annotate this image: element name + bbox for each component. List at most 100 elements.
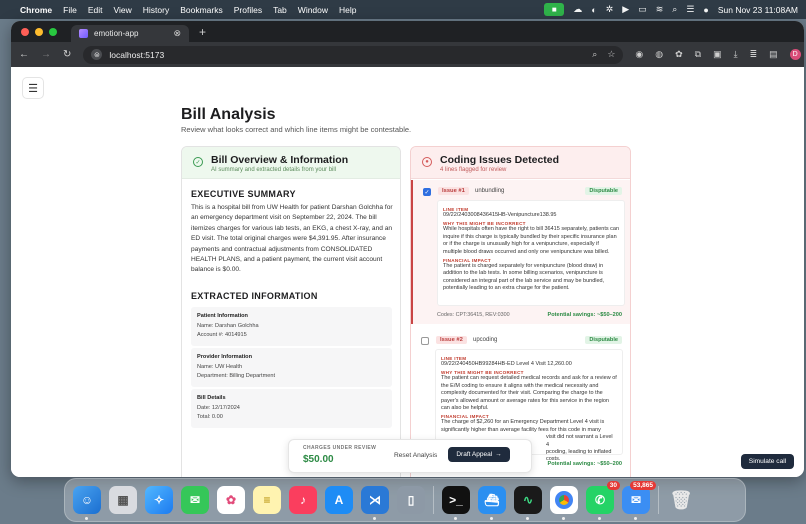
profile-avatar[interactable]: D [789, 49, 801, 60]
launchpad-icon[interactable]: ▦ [109, 486, 137, 514]
control-center-icon[interactable]: ☰ [686, 4, 694, 15]
site-info-icon[interactable]: ⊜ [91, 49, 103, 60]
menu-window[interactable]: Window [298, 5, 328, 15]
bill-overview-card: ✓ Bill Overview & Information AI summary… [181, 146, 401, 477]
menu-tab[interactable]: Tab [273, 5, 287, 15]
issue-2-impact: The charge of $2,260 for an Emergency De… [441, 419, 605, 433]
moon-icon[interactable]: ◐ [591, 5, 596, 15]
settings-icon[interactable]: ✲ [606, 4, 614, 15]
minimize-window-button[interactable] [35, 27, 43, 36]
issue-1-savings: Potential savings: ~$50–200 [547, 312, 622, 318]
tab-title: emotion-app [94, 29, 139, 38]
menu-file[interactable]: File [63, 5, 77, 15]
issue-2-why: The patient can request detailed medical… [441, 375, 617, 412]
issue-1-line-item: 09/22/2403008436415HB-Venipuncture138.95 [443, 212, 557, 218]
tab-close-icon[interactable]: ⊗ [173, 28, 181, 39]
screen-record-icon[interactable]: ■ [544, 3, 565, 16]
issue-2-line-item: 09/22/240450HB99284HB-ED Level 4 Visit 1… [441, 361, 572, 367]
address-bar[interactable]: ⊜ localhost:5173 ⌕ ☆ [83, 45, 624, 64]
forward-icon[interactable]: → [41, 49, 51, 60]
issue-1-badge: Issue #1 [438, 187, 469, 195]
issue-1-details: LINE ITEM 09/22/2403008436415HB-Venipunc… [437, 200, 625, 306]
issue-card-1[interactable]: ✓ Issue #1 unbundling Disputable LINE IT… [411, 180, 630, 324]
provider-name: Name: UW Health [197, 364, 243, 371]
reading-list-icon[interactable]: ≣ [750, 49, 758, 60]
cast-icon[interactable]: ▣ [713, 49, 722, 60]
issue-1-codes: Codes: CPT:36415, REV:0300 [437, 312, 510, 318]
search-icon[interactable]: ⌕ [672, 4, 677, 15]
extensions-puzzle-icon[interactable]: ⧉ [695, 49, 701, 60]
finder-icon[interactable]: ☺ [73, 486, 101, 520]
reload-icon[interactable]: ↻ [63, 49, 71, 60]
download-icon[interactable]: ⤓ [734, 49, 738, 60]
draft-appeal-label: Draft Appeal [456, 451, 493, 458]
photos-icon[interactable]: ✿ [217, 486, 245, 514]
extracted-info-heading: EXTRACTED INFORMATION [191, 291, 318, 301]
chrome-icon[interactable] [550, 486, 578, 520]
charges-under-review-label: CHARGES UNDER REVIEW [303, 445, 377, 451]
close-window-button[interactable] [21, 27, 29, 36]
activity-monitor-icon[interactable]: ∿ [514, 486, 542, 520]
issue-2-type: upcoding [473, 337, 498, 343]
page-subtitle: Review what looks correct and which line… [181, 125, 412, 134]
iphone-mirroring-icon[interactable]: ▯ [397, 486, 425, 514]
page-title: Bill Analysis [181, 106, 276, 123]
play-icon[interactable]: ▶ [622, 4, 629, 15]
issue-1-checkbox[interactable]: ✓ [423, 188, 431, 196]
extension-circle-icon[interactable]: ◍ [655, 49, 663, 60]
dock-separator [433, 486, 434, 514]
draft-appeal-button[interactable]: Draft Appeal → [448, 447, 510, 462]
extension-face-icon[interactable]: ◉ [635, 49, 643, 60]
side-panel-icon[interactable]: ▤ [769, 49, 778, 60]
terminal-icon[interactable]: >_ [442, 486, 470, 520]
issue-2-checkbox[interactable] [421, 337, 429, 345]
safari-icon[interactable]: ✧ [145, 486, 173, 514]
extension-gear-icon[interactable]: ✿ [675, 49, 683, 60]
wifi-icon[interactable]: ≋ [656, 4, 664, 15]
trash-icon[interactable]: 🗑 [667, 486, 695, 514]
whatsapp-badge: 30 [606, 481, 620, 490]
new-tab-icon[interactable]: + [199, 25, 206, 39]
battery-icon[interactable]: ▭ [638, 4, 647, 15]
patient-account: Account #: 4014915 [197, 332, 247, 339]
simulate-call-button[interactable]: Simulate call [741, 454, 794, 469]
zoom-icon[interactable]: ⌕ [592, 49, 597, 60]
zoom-window-button[interactable] [49, 27, 57, 36]
whatsapp-icon[interactable]: ✆ 30 [586, 481, 620, 520]
window-controls [21, 27, 57, 36]
music-icon[interactable]: ♪ [289, 486, 317, 514]
page-viewport: ☰ Bill Analysis Review what looks correc… [11, 67, 804, 477]
browser-tab[interactable]: emotion-app ⊗ [71, 25, 189, 42]
hamburger-menu-icon[interactable]: ☰ [22, 77, 44, 99]
alert-circle-icon: ● [422, 157, 432, 167]
reset-analysis-button[interactable]: Reset Analysis [394, 452, 437, 459]
menu-edit[interactable]: Edit [88, 5, 103, 15]
url-text[interactable]: localhost:5173 [109, 50, 164, 60]
siri-icon[interactable]: ● [703, 5, 708, 15]
cloud-icon[interactable]: ☁ [573, 4, 582, 15]
messages-icon[interactable]: ✉ [181, 486, 209, 514]
app-store-icon[interactable]: A [325, 486, 353, 514]
bill-details-heading: Bill Details [197, 395, 226, 401]
mail-icon[interactable]: ✉ 53,865 [622, 481, 656, 520]
docker-icon[interactable]: ⛴ [478, 486, 506, 520]
issue-2-status-badge: Disputable [585, 336, 622, 344]
back-icon[interactable]: ← [19, 49, 29, 60]
provider-department: Department: Billing Department [197, 373, 276, 380]
menubar-clock[interactable]: Sun Nov 23 11:08AM [718, 5, 798, 15]
bill-details-box: Bill Details Date: 12/17/2024 Total: 0.0… [191, 389, 392, 428]
notes-icon[interactable]: ≡ [253, 486, 281, 514]
executive-summary-heading: EXECUTIVE SUMMARY [191, 189, 296, 199]
macos-menubar: Chrome File Edit View History Bookmarks … [0, 0, 806, 19]
review-action-bar: CHARGES UNDER REVIEW $50.00 Reset Analys… [288, 439, 532, 473]
menu-app-name[interactable]: Chrome [20, 5, 52, 15]
menu-bookmarks[interactable]: Bookmarks [180, 5, 223, 15]
bill-overview-header: ✓ Bill Overview & Information AI summary… [182, 147, 400, 179]
menu-view[interactable]: View [113, 5, 131, 15]
menu-help[interactable]: Help [339, 5, 356, 15]
menu-profiles[interactable]: Profiles [234, 5, 262, 15]
vscode-icon[interactable]: ⋊ [361, 486, 389, 520]
check-circle-icon: ✓ [193, 157, 203, 167]
menu-history[interactable]: History [143, 5, 169, 15]
bookmark-star-icon[interactable]: ☆ [607, 49, 615, 60]
